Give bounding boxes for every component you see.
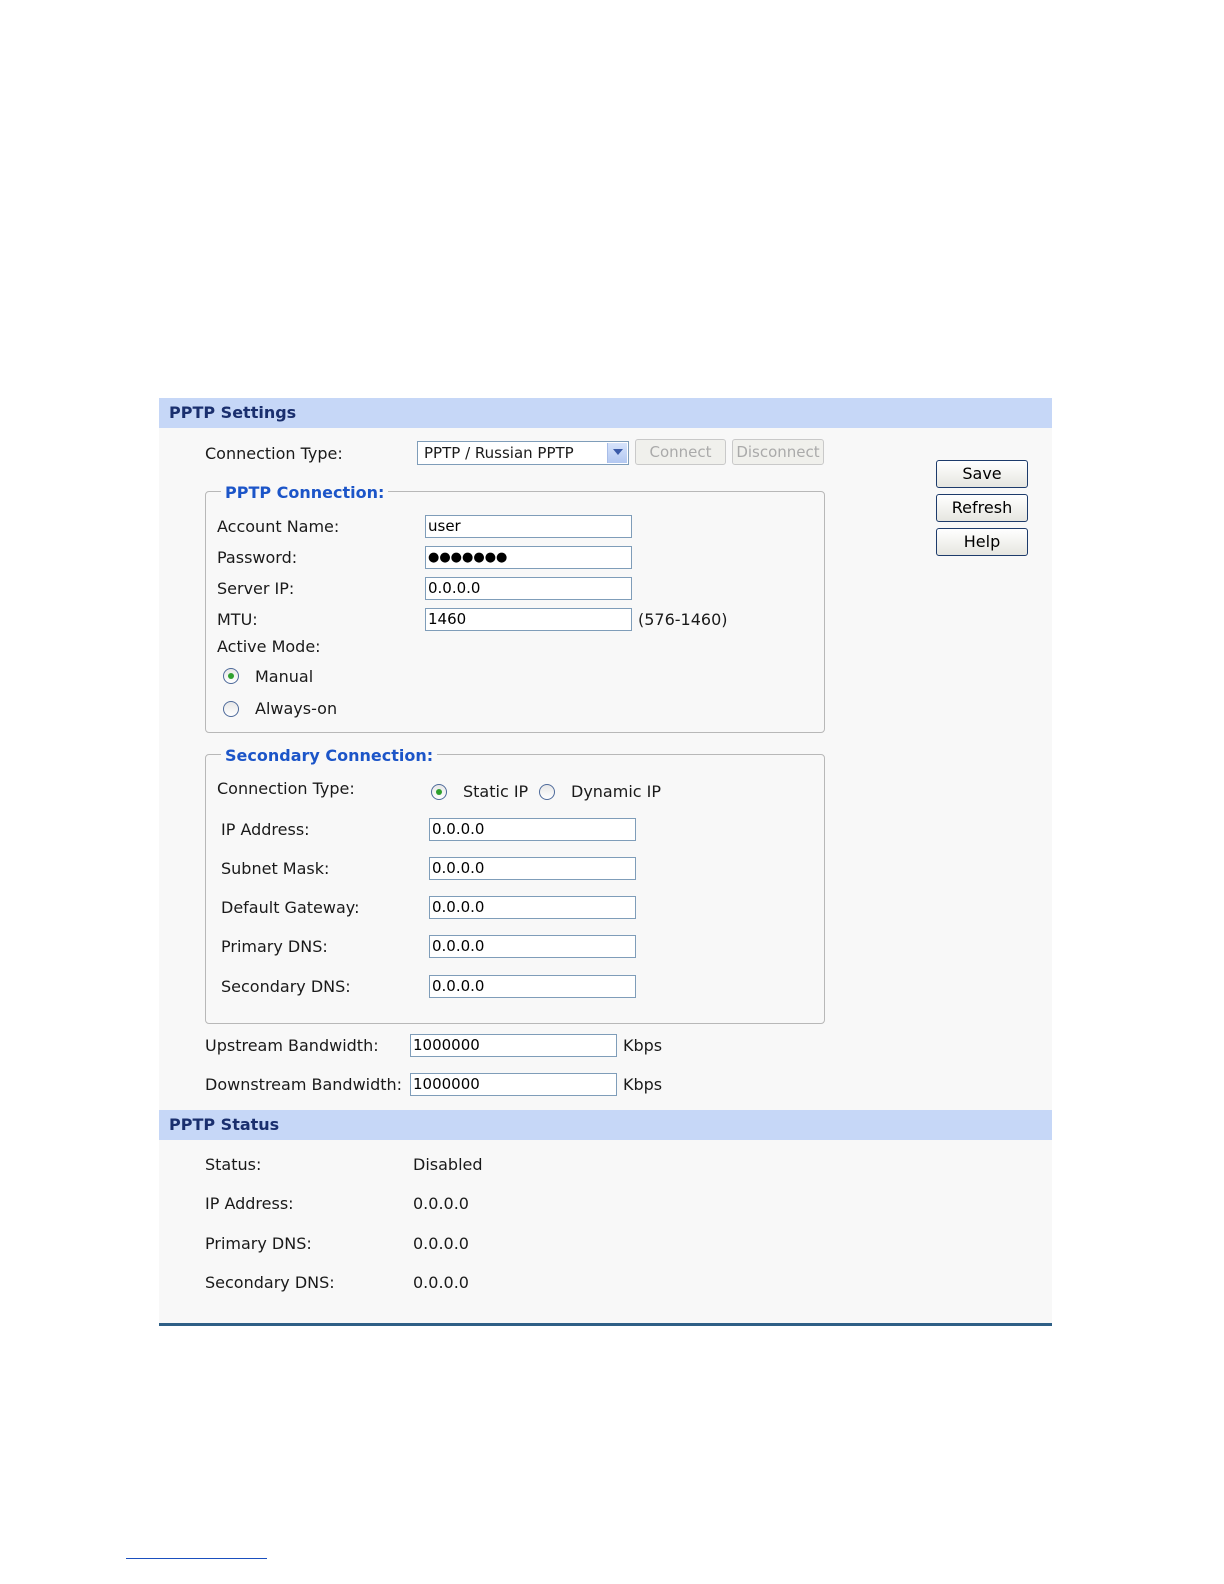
connect-button[interactable]: Connect [635, 439, 726, 465]
mtu-input[interactable]: 1460 [425, 608, 632, 631]
default-gateway-input[interactable]: 0.0.0.0 [429, 896, 636, 919]
connection-type-label: Connection Type: [205, 444, 343, 463]
manual-radio[interactable] [223, 668, 239, 684]
status-ip-address-value: 0.0.0.0 [413, 1194, 469, 1213]
active-mode-label: Active Mode: [217, 637, 321, 656]
password-input[interactable]: ●●●●●●● [425, 546, 632, 569]
status-ip-address-label: IP Address: [205, 1194, 294, 1213]
server-ip-input[interactable]: 0.0.0.0 [425, 577, 632, 600]
secondary-connection-type-label: Connection Type: [217, 779, 355, 798]
server-ip-label: Server IP: [217, 579, 295, 598]
account-name-input[interactable]: user [425, 515, 632, 538]
pptp-settings-title: PPTP Settings [169, 403, 297, 422]
dynamic-ip-radio-label[interactable]: Dynamic IP [571, 782, 661, 802]
secondary-secondary-dns-input[interactable]: 0.0.0.0 [429, 975, 636, 998]
downstream-unit: Kbps [623, 1075, 663, 1094]
pptp-settings-header: PPTP Settings [159, 398, 1052, 428]
status-primary-dns-value: 0.0.0.0 [413, 1234, 469, 1253]
always-on-radio[interactable] [223, 701, 239, 717]
password-label: Password: [217, 548, 298, 567]
secondary-primary-dns-input[interactable]: 0.0.0.0 [429, 935, 636, 958]
status-secondary-dns-value: 0.0.0.0 [413, 1273, 469, 1292]
static-ip-radio[interactable] [431, 784, 447, 800]
pptp-status-header: PPTP Status [159, 1110, 1052, 1140]
connection-type-value: PPTP / Russian PPTP [424, 444, 574, 462]
secondary-primary-dns-label: Primary DNS: [221, 937, 328, 956]
pptp-connection-legend: PPTP Connection: [221, 483, 389, 503]
manual-radio-label[interactable]: Manual [255, 667, 313, 687]
refresh-button[interactable]: Refresh [936, 494, 1028, 522]
mtu-range-hint: (576-1460) [638, 610, 728, 629]
account-name-label: Account Name: [217, 517, 340, 536]
chevron-down-icon[interactable] [607, 443, 627, 463]
mtu-label: MTU: [217, 610, 258, 629]
footnote-divider [126, 1558, 267, 1559]
pptp-status-panel [159, 1140, 1052, 1323]
panel-bottom-divider [159, 1323, 1052, 1326]
disconnect-button[interactable]: Disconnect [732, 439, 824, 465]
default-gateway-label: Default Gateway: [221, 898, 360, 917]
secondary-connection-legend: Secondary Connection: [221, 746, 438, 766]
static-ip-radio-label[interactable]: Static IP [463, 782, 528, 802]
secondary-ip-address-input[interactable]: 0.0.0.0 [429, 818, 636, 841]
subnet-mask-label: Subnet Mask: [221, 859, 330, 878]
downstream-bandwidth-label: Downstream Bandwidth: [205, 1075, 403, 1094]
status-primary-dns-label: Primary DNS: [205, 1234, 312, 1253]
secondary-secondary-dns-label: Secondary DNS: [221, 977, 351, 996]
save-button[interactable]: Save [936, 460, 1028, 488]
help-button[interactable]: Help [936, 528, 1028, 556]
subnet-mask-input[interactable]: 0.0.0.0 [429, 857, 636, 880]
upstream-bandwidth-input[interactable]: 1000000 [410, 1034, 617, 1057]
dynamic-ip-radio[interactable] [539, 784, 555, 800]
secondary-ip-address-label: IP Address: [221, 820, 310, 839]
upstream-unit: Kbps [623, 1036, 663, 1055]
status-secondary-dns-label: Secondary DNS: [205, 1273, 335, 1292]
always-on-radio-label[interactable]: Always-on [255, 699, 337, 719]
status-label: Status: [205, 1155, 262, 1174]
upstream-bandwidth-label: Upstream Bandwidth: [205, 1036, 379, 1055]
status-value: Disabled [413, 1155, 483, 1174]
pptp-status-title: PPTP Status [169, 1115, 280, 1134]
connection-type-select[interactable]: PPTP / Russian PPTP [417, 441, 629, 465]
downstream-bandwidth-input[interactable]: 1000000 [410, 1073, 617, 1096]
